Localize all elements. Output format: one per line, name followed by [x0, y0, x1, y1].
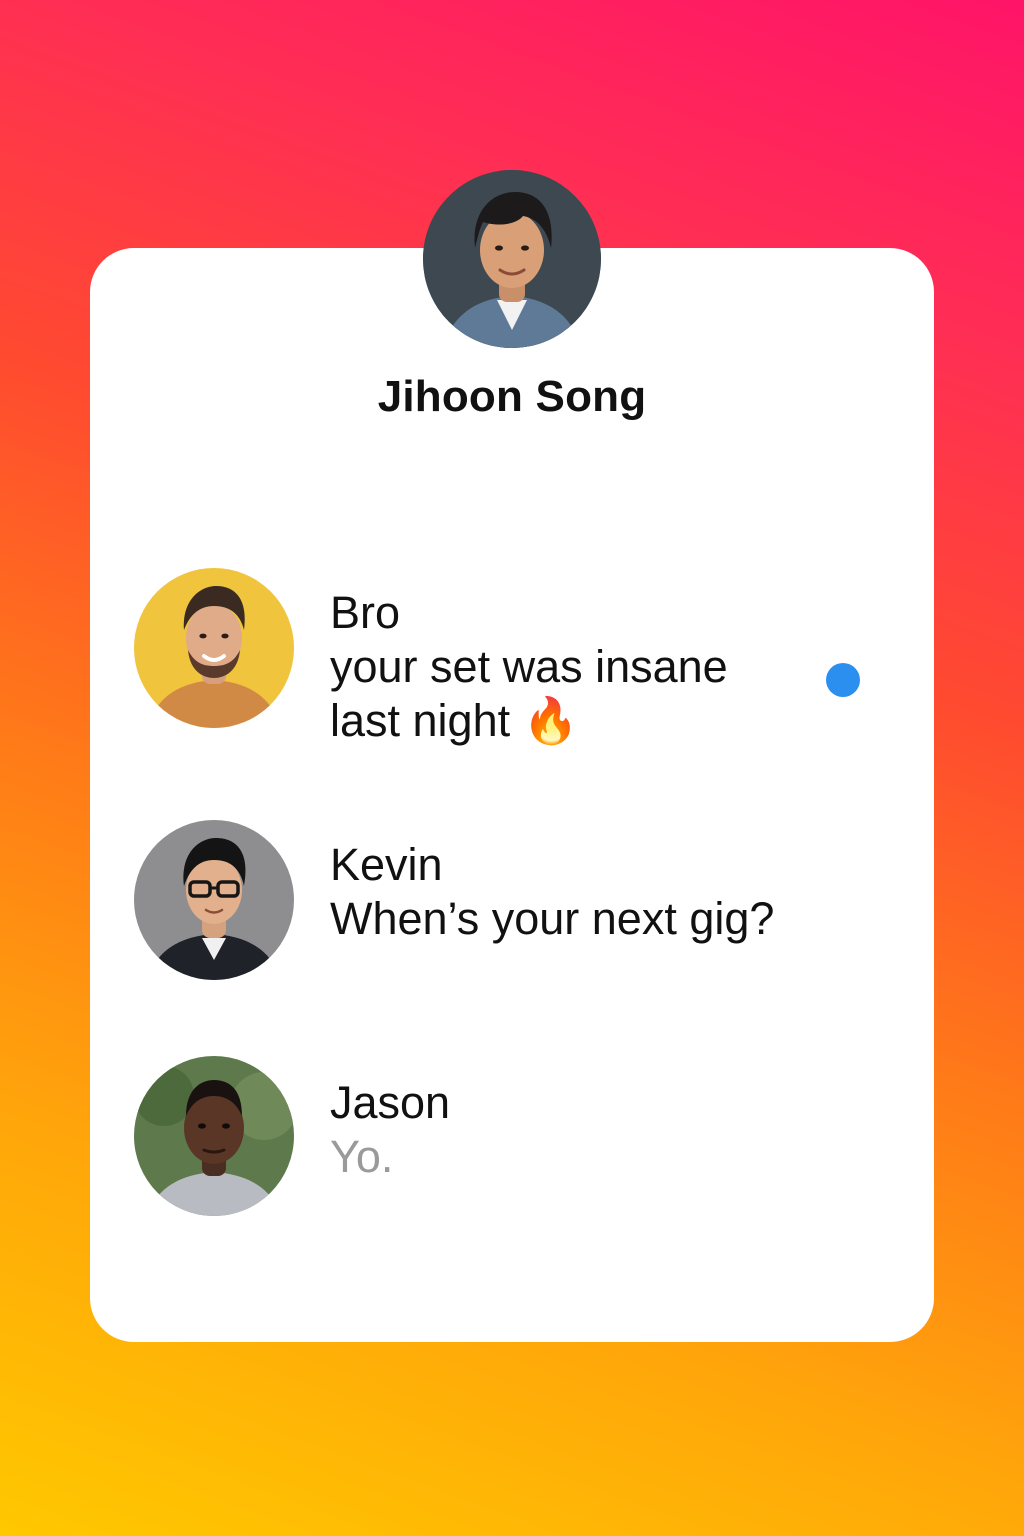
- profile-photo-icon: [423, 170, 601, 348]
- conversation-preview: Jason Yo.: [330, 1076, 810, 1184]
- profile-avatar[interactable]: [423, 170, 601, 348]
- contact-avatar: [134, 820, 294, 980]
- unread-indicator: [826, 663, 860, 697]
- contact-photo-icon: [134, 1056, 294, 1216]
- contact-name: Jason: [330, 1077, 451, 1128]
- last-message: your set was insane last night 🔥: [330, 641, 728, 746]
- conversation-item[interactable]: Bro your set was insane last night 🔥: [90, 568, 934, 746]
- contact-photo-icon: [134, 820, 294, 980]
- contact-photo-icon: [134, 568, 294, 728]
- profile-name: Jihoon Song: [377, 372, 647, 421]
- conversation-item[interactable]: Kevin When’s your next gig?: [90, 820, 934, 990]
- last-message: Yo.: [330, 1131, 394, 1182]
- contact-name: Bro: [330, 587, 401, 638]
- last-message: When’s your next gig?: [330, 893, 775, 944]
- contact-avatar: [134, 1056, 294, 1216]
- contact-name: Kevin: [330, 839, 443, 890]
- conversation-preview: Bro your set was insane last night 🔥: [330, 586, 810, 748]
- conversation-preview: Kevin When’s your next gig?: [330, 838, 850, 946]
- conversation-item[interactable]: Jason Yo.: [90, 1056, 934, 1226]
- contact-avatar: [134, 568, 294, 728]
